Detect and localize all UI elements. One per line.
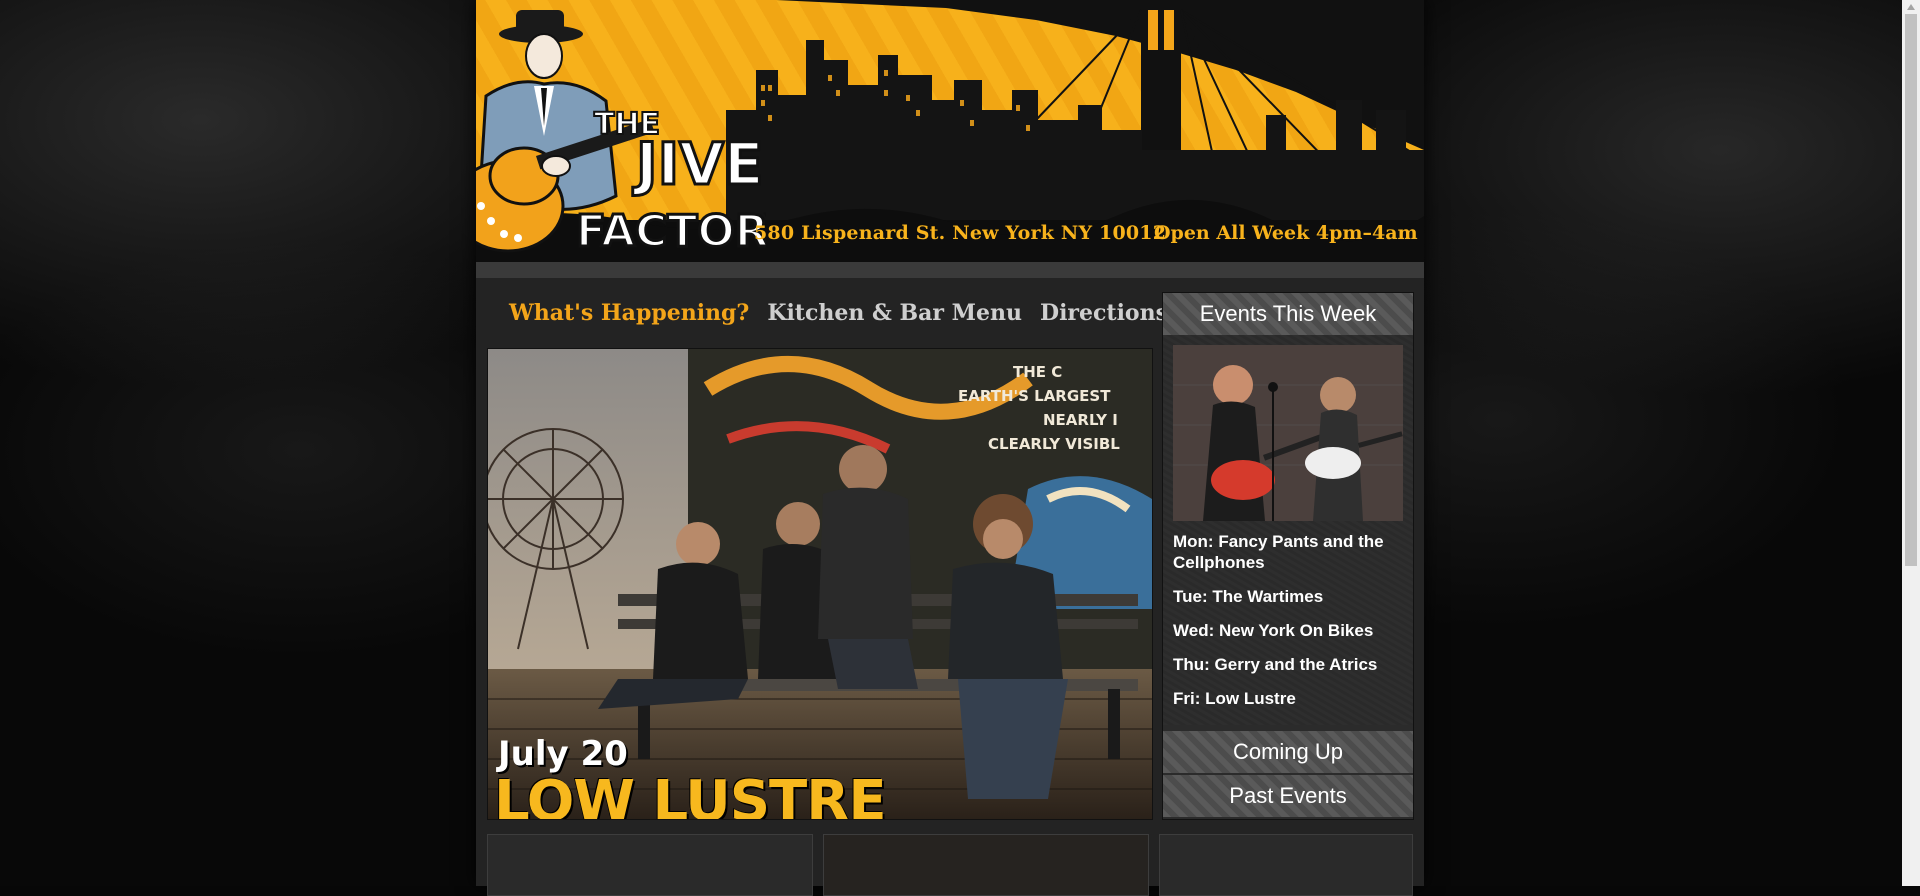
svg-text:JIVE: JIVE <box>632 130 764 198</box>
events-panel: Mon: Fancy Pants and the Cellphones Tue:… <box>1163 335 1413 725</box>
event-item-fri[interactable]: Fri: Low Lustre <box>1173 688 1403 709</box>
mural-text-1: THE C <box>1013 363 1062 381</box>
opening-hours: Open All Week 4pm–4am <box>1154 222 1418 244</box>
event-item-tue[interactable]: Tue: The Wartimes <box>1173 586 1403 607</box>
coming-up-label: Coming Up <box>1232 739 1344 764</box>
events-sidebar: Events This Week Mon: Fancy Pants and th… <box>1162 292 1414 820</box>
events-this-week-title: Events This Week <box>1199 301 1377 326</box>
header-divider <box>476 262 1424 278</box>
page-scrollbar[interactable] <box>1902 0 1920 886</box>
nav-whats-happening[interactable]: What's Happening? <box>500 300 758 326</box>
events-this-week-header[interactable]: Events This Week <box>1163 293 1413 335</box>
mural-text-3: NEARLY I <box>1043 411 1118 429</box>
svg-text:FACTORY: FACTORY <box>576 206 766 257</box>
event-date: July 20 <box>498 734 628 774</box>
mural-text-4: CLEARLY VISIBL <box>988 435 1120 453</box>
featured-event-banner[interactable]: THE C EARTH'S LARGEST NEARLY I CLEARLY V… <box>487 348 1153 820</box>
page-container: THE JIVE FACTORY 580 Lispenard St. New Y… <box>476 0 1424 896</box>
scrollbar-thumb[interactable] <box>1905 14 1917 566</box>
events-list: Mon: Fancy Pants and the Cellphones Tue:… <box>1173 531 1403 722</box>
site-header: THE JIVE FACTORY 580 Lispenard St. New Y… <box>476 0 1424 272</box>
coming-up-button[interactable]: Coming Up <box>1163 731 1413 773</box>
event-item-wed[interactable]: Wed: New York On Bikes <box>1173 620 1403 641</box>
event-photo <box>1173 345 1403 521</box>
teaser-box-3[interactable] <box>1159 834 1413 896</box>
event-item-thu[interactable]: Thu: Gerry and the Atrics <box>1173 654 1403 675</box>
main-nav: What's Happening? Kitchen & Bar Menu Dir… <box>500 300 1177 326</box>
teaser-box-1[interactable] <box>487 834 813 896</box>
teaser-box-2[interactable] <box>823 834 1149 896</box>
event-band-name: LOW LUSTRE <box>494 769 887 820</box>
event-item-mon[interactable]: Mon: Fancy Pants and the Cellphones <box>1173 531 1403 573</box>
jive-factory-logo: THE JIVE FACTORY <box>476 10 766 259</box>
past-events-button[interactable]: Past Events <box>1163 775 1413 817</box>
nav-directions[interactable]: Directions <box>1031 300 1177 326</box>
venue-address: 580 Lispenard St. New York NY 10012 <box>754 222 1167 244</box>
mural-text-2: EARTH'S LARGEST <box>958 387 1111 405</box>
past-events-label: Past Events <box>1229 783 1347 808</box>
nav-kitchen-bar-menu[interactable]: Kitchen & Bar Menu <box>758 300 1031 326</box>
